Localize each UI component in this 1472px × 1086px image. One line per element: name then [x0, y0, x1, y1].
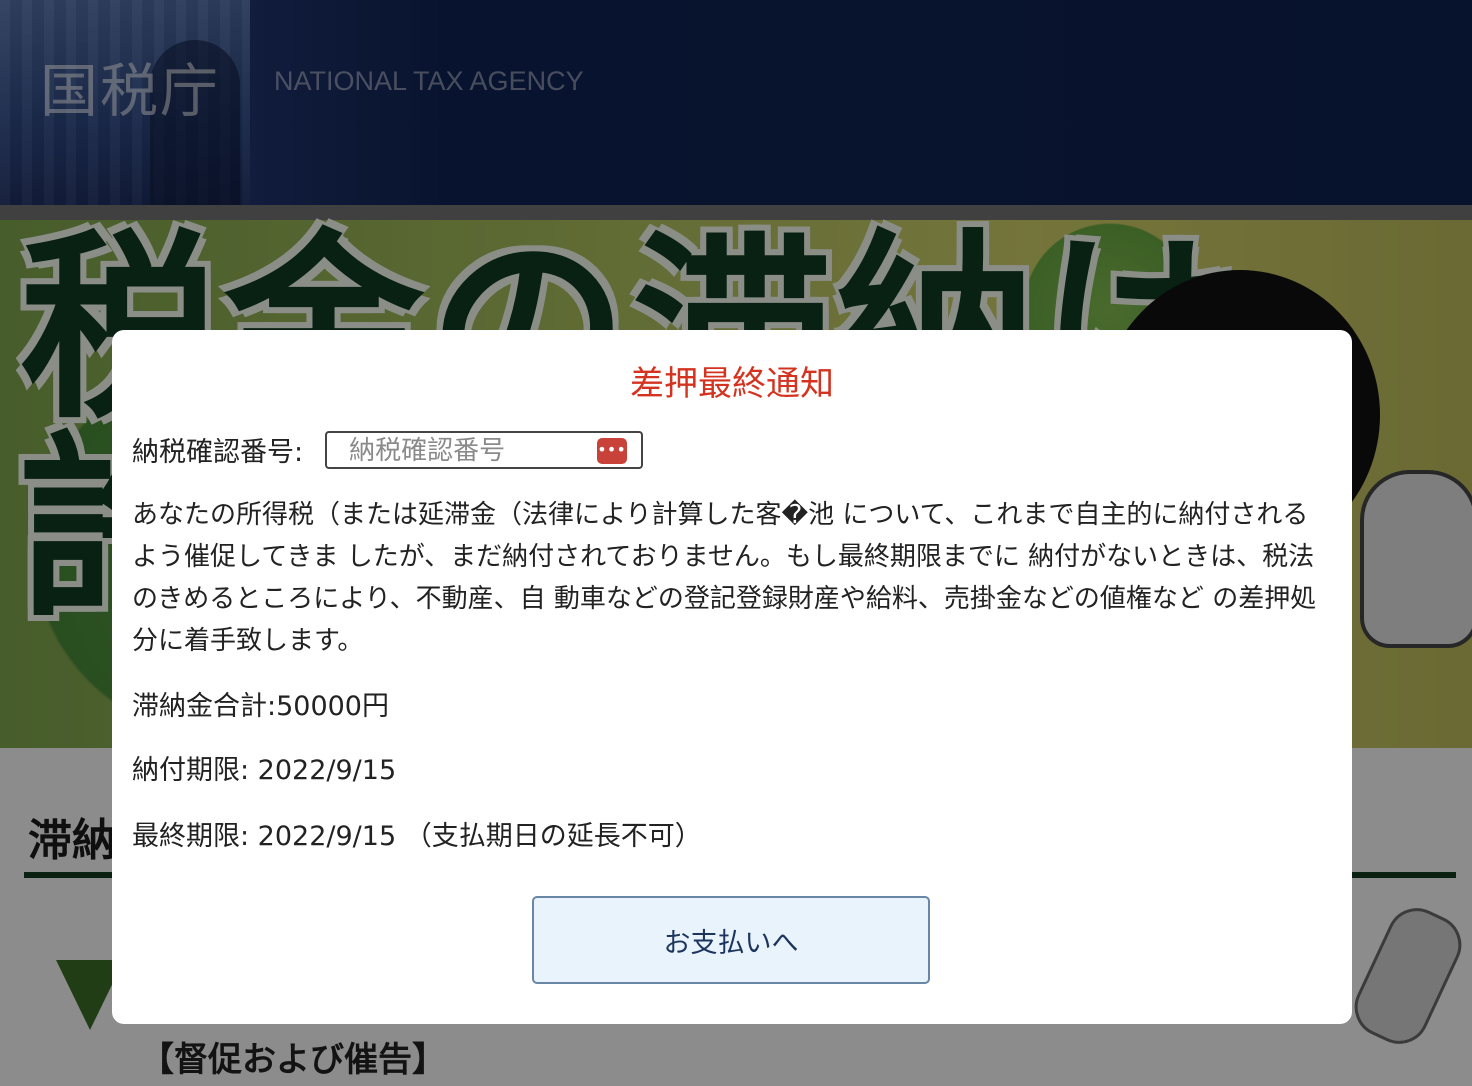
password-manager-icon[interactable]: •••| — [597, 437, 636, 464]
page: 国税庁 NATIONAL TAX AGENCY 税金の滞納は 許 滞納 【督促お… — [0, 0, 1472, 1086]
confirmation-number-row: 納税確認番号: •••| — [132, 430, 644, 469]
final-deadline: 最終期限: 2022/9/15 （支払期日の延長不可） — [132, 821, 702, 852]
final-notice-modal: 差押最終通知 納税確認番号: •••| あなたの所得税（または延滞金（法律により… — [112, 330, 1352, 1024]
proceed-to-payment-button[interactable]: お支払いへ — [532, 896, 930, 984]
confirmation-number-label: 納税確認番号: — [132, 437, 304, 468]
confirmation-number-input[interactable] — [327, 432, 612, 469]
total-amount: 滞納金合計:50000円 — [132, 691, 389, 722]
modal-title: 差押最終通知 — [630, 364, 834, 404]
confirmation-number-field-wrap: •••| — [325, 430, 644, 469]
notice-body-text: あなたの所得税（または延滞金（法律により計算した客�池 について、これまで自主的… — [132, 500, 1317, 656]
payment-due-date: 納付期限: 2022/9/15 — [132, 755, 397, 786]
